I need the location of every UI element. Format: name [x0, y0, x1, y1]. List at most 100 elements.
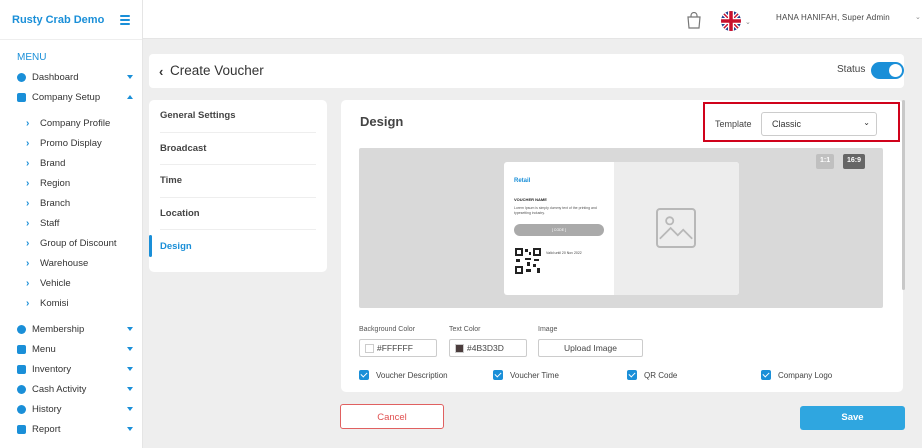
chevron-right-icon: › — [26, 217, 30, 229]
chevron-down-icon: ⌄ — [863, 118, 870, 127]
text-color-input[interactable]: #4B3D3D — [449, 339, 527, 357]
scrollbar[interactable] — [902, 100, 905, 290]
chevron-down-icon — [127, 387, 133, 391]
checkbox-icon — [761, 370, 771, 380]
sidebar-subitem-label: Brand — [40, 157, 66, 169]
tab-design[interactable]: Design — [149, 230, 316, 263]
sidebar-item-label: History — [32, 403, 62, 415]
topbar: ⌄ HANA HANIFAH, Super Admin ⌄ — [143, 0, 922, 39]
bg-color-label: Background Color — [359, 326, 416, 333]
sidebar-item-label: Dashboard — [32, 71, 79, 83]
voucher-time: Valid until 20 Nov 2022 — [546, 251, 582, 255]
sidebar-subitem-label: Staff — [40, 217, 60, 229]
chevron-down-icon — [127, 347, 133, 351]
upload-image-button[interactable]: Upload Image — [538, 339, 643, 357]
sidebar-item-label: Company Setup — [32, 91, 101, 103]
template-select[interactable]: Classic ⌄ — [761, 112, 877, 136]
sidebar-item-label: Menu — [32, 343, 56, 355]
bg-color-input[interactable]: #FFFFFF — [359, 339, 437, 357]
shopping-bag-icon[interactable] — [686, 12, 702, 29]
checkbox-qr-code[interactable]: QR Code — [627, 370, 677, 380]
tab-general-settings[interactable]: General Settings — [160, 100, 316, 133]
chevron-right-icon: › — [26, 197, 30, 209]
sidebar-subitem-vehicle[interactable]: › Vehicle — [0, 273, 142, 293]
chevron-down-icon — [127, 327, 133, 331]
bg-color-swatch — [365, 344, 374, 353]
users-icon — [17, 324, 26, 334]
text-color-swatch — [455, 344, 464, 353]
voucher-description: Lorem Ipsum is simply dummy text of the … — [514, 206, 597, 215]
chevron-right-icon: › — [26, 237, 30, 249]
voucher-image-area — [614, 162, 739, 295]
sidebar-item-inventory[interactable]: Inventory — [0, 359, 142, 379]
checkbox-label: Voucher Description — [376, 370, 448, 380]
sidebar-subitem-region[interactable]: › Region — [0, 173, 142, 193]
sidebar-item-history[interactable]: History — [0, 399, 142, 419]
chevron-down-icon[interactable]: ⌄ — [915, 13, 921, 21]
user-name[interactable]: HANA HANIFAH, Super Admin — [776, 13, 890, 22]
sidebar-subitem-label: Komisi — [40, 297, 69, 309]
sidebar-subitem-staff[interactable]: › Staff — [0, 213, 142, 233]
sidebar-subitem-branch[interactable]: › Branch — [0, 193, 142, 213]
checkbox-icon — [359, 370, 369, 380]
sidebar-item-cash-activity[interactable]: Cash Activity — [0, 379, 142, 399]
save-button[interactable]: Save — [800, 406, 905, 430]
image-placeholder-icon — [656, 208, 696, 248]
sidebar-subitem-warehouse[interactable]: › Warehouse — [0, 253, 142, 273]
inventory-icon — [17, 364, 26, 374]
sidebar-subitem-label: Warehouse — [40, 257, 89, 269]
sidebar-item-report[interactable]: Report — [0, 419, 142, 439]
ratio-1-1-button[interactable]: 1:1 — [816, 154, 835, 169]
checkbox-company-logo[interactable]: Company Logo — [761, 370, 832, 380]
sidebar-item-label: Membership — [32, 323, 85, 335]
sidebar: Rusty Crab Demo MENU Dashboard Company S… — [0, 0, 143, 448]
sidebar-item-company-setup[interactable]: Company Setup — [0, 87, 142, 107]
sidebar-item-dashboard[interactable]: Dashboard — [0, 67, 142, 87]
sidebar-subitem-label: Branch — [40, 197, 71, 209]
sidebar-subitem-komisi[interactable]: › Komisi — [0, 293, 142, 313]
page-title: Create Voucher — [170, 63, 264, 78]
uk-flag-icon[interactable] — [721, 11, 741, 31]
sidebar-subitem-group-of-discount[interactable]: › Group of Discount — [0, 233, 142, 253]
status-toggle[interactable] — [871, 62, 904, 79]
checkbox-voucher-description[interactable]: Voucher Description — [359, 370, 448, 380]
sidebar-subitem-label: Promo Display — [40, 137, 102, 149]
chevron-up-icon — [127, 95, 133, 99]
chevron-down-icon[interactable]: ⌄ — [745, 18, 751, 26]
text-color-label: Text Color — [449, 326, 481, 333]
checkbox-label: Company Logo — [778, 370, 833, 380]
sidebar-subitem-brand[interactable]: › Brand — [0, 153, 142, 173]
sidebar-item-membership[interactable]: Membership — [0, 319, 142, 339]
tab-time[interactable]: Time — [160, 165, 316, 198]
checkbox-icon — [493, 370, 503, 380]
chevron-down-icon — [127, 367, 133, 371]
chevron-right-icon: › — [26, 277, 30, 289]
utensils-icon — [17, 344, 26, 354]
hamburger-icon[interactable] — [120, 15, 130, 25]
chevron-right-icon: › — [26, 157, 30, 169]
sidebar-subitem-label: Vehicle — [40, 277, 71, 289]
sidebar-item-label: Cash Activity — [32, 383, 87, 395]
report-icon — [17, 424, 26, 434]
bg-color-value: #FFFFFF — [377, 343, 413, 353]
text-color-value: #4B3D3D — [467, 343, 504, 353]
voucher-preview: 1:1 16:9 Retail VOUCHER NAME Lorem Ipsum… — [359, 148, 883, 308]
checkbox-voucher-time[interactable]: Voucher Time — [493, 370, 559, 380]
checkbox-label: QR Code — [644, 370, 678, 380]
app-title: Rusty Crab Demo — [12, 13, 105, 26]
voucher-card: Retail VOUCHER NAME Lorem Ipsum is simpl… — [504, 162, 739, 295]
ratio-16-9-button[interactable]: 16:9 — [843, 154, 866, 169]
template-label: Template — [715, 119, 752, 129]
tab-location[interactable]: Location — [160, 198, 316, 230]
voucher-logo: Retail — [514, 178, 531, 184]
qr-code-icon — [515, 248, 541, 274]
sidebar-item-menu[interactable]: Menu — [0, 339, 142, 359]
cancel-button[interactable]: Cancel — [340, 404, 444, 429]
back-icon[interactable]: ‹ — [159, 64, 163, 79]
chevron-down-icon — [127, 407, 133, 411]
sidebar-subitem-promo-display[interactable]: › Promo Display — [0, 133, 142, 153]
menu-title: MENU — [17, 52, 47, 63]
chevron-down-icon — [127, 427, 133, 431]
tab-broadcast[interactable]: Broadcast — [160, 133, 316, 165]
sidebar-subitem-company-profile[interactable]: › Company Profile — [0, 113, 142, 133]
